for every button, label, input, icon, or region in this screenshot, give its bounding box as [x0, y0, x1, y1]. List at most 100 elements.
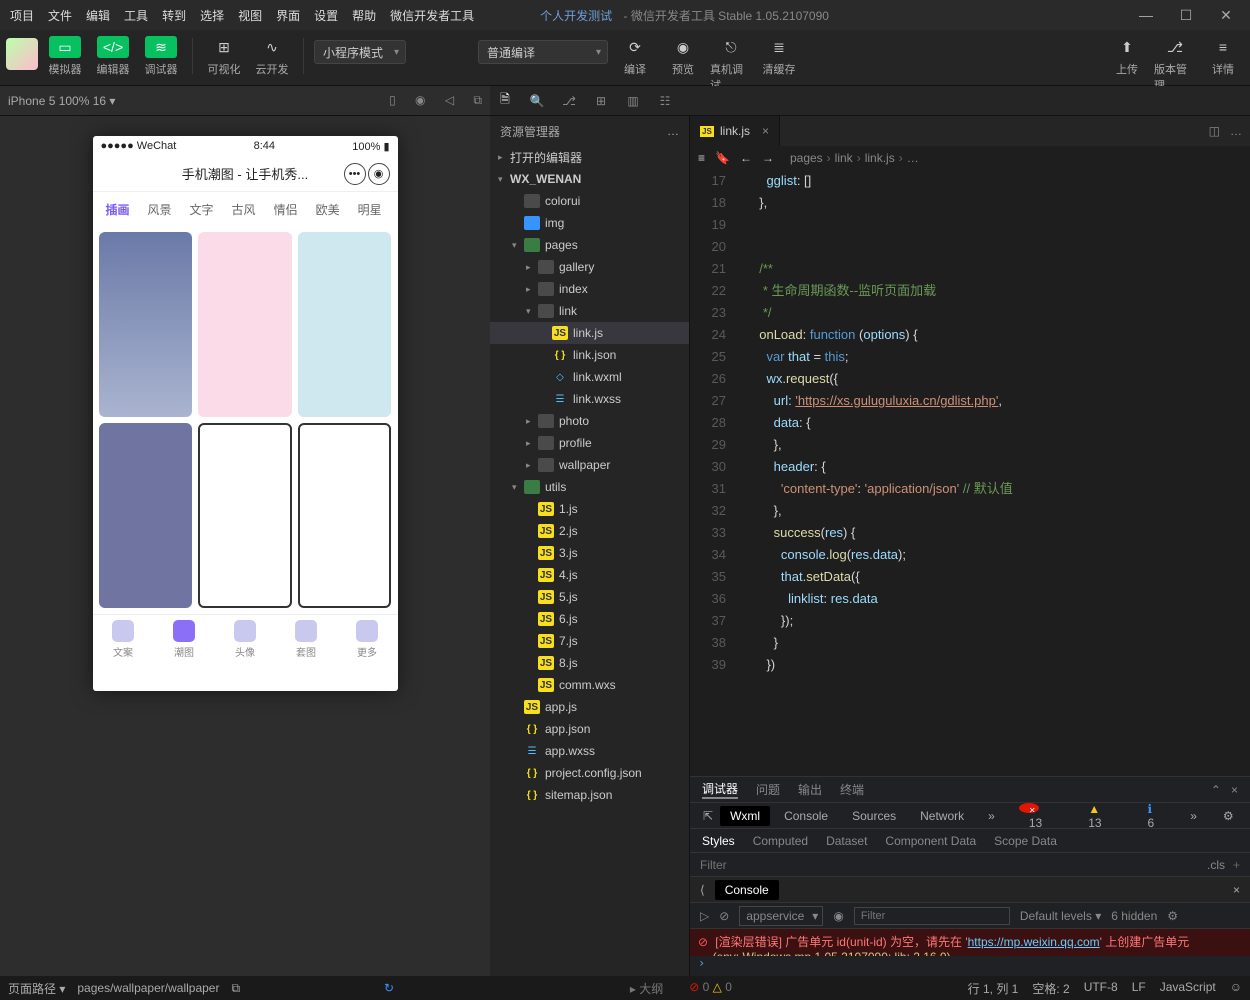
menu-项目[interactable]: 项目 — [4, 3, 40, 28]
tabbar-item[interactable]: 文案 — [112, 620, 134, 659]
path-label[interactable]: 页面路径 ▾ — [8, 980, 65, 997]
explorer-icon[interactable]: 🗎 — [496, 90, 514, 111]
phone-tab[interactable]: 明星 — [349, 201, 391, 218]
open-editors[interactable]: ▸打开的编辑器 — [490, 146, 689, 168]
file-1.js[interactable]: JS1.js — [490, 498, 689, 520]
list-icon[interactable]: ≡ — [698, 151, 705, 165]
version-button[interactable]: ⎇版本管理 — [1154, 36, 1196, 93]
tabbar-item[interactable]: 套图 — [295, 620, 317, 659]
cls-toggle[interactable]: .cls — [1207, 858, 1225, 872]
mute-icon[interactable]: ◁ — [445, 93, 454, 107]
console-close-icon[interactable]: × — [1233, 883, 1240, 897]
file-2.js[interactable]: JS2.js — [490, 520, 689, 542]
file-3.js[interactable]: JS3.js — [490, 542, 689, 564]
stop-icon[interactable]: ⊘ — [719, 909, 729, 923]
close-button[interactable]: ✕ — [1206, 7, 1246, 24]
file-link.json[interactable]: { }link.json — [490, 344, 689, 366]
maximize-button[interactable]: ☐ — [1166, 7, 1206, 24]
preview-button[interactable]: ◉预览 — [662, 36, 704, 77]
devtool-more[interactable]: » — [978, 806, 1005, 826]
close-tab-icon[interactable]: × — [762, 124, 769, 138]
file-5.js[interactable]: JS5.js — [490, 586, 689, 608]
file-comm.wxs[interactable]: JScomm.wxs — [490, 674, 689, 696]
cursor-pos[interactable]: 行 1, 列 1 — [968, 980, 1019, 997]
inspect-icon[interactable]: ⇱ — [700, 806, 716, 826]
menu-微信开发者工具[interactable]: 微信开发者工具 — [384, 3, 480, 28]
menu-帮助[interactable]: 帮助 — [346, 3, 382, 28]
visual-button[interactable]: ⊞可视化 — [203, 36, 245, 77]
devtool-tab-Sources[interactable]: Sources — [842, 806, 906, 826]
tabbar-item[interactable]: 头像 — [234, 620, 256, 659]
minimize-button[interactable]: — — [1126, 7, 1166, 24]
folder-gallery[interactable]: ▸gallery — [490, 256, 689, 278]
explorer-more-icon[interactable]: … — [667, 124, 679, 138]
styles-filter-input[interactable] — [700, 858, 1207, 872]
panel-tab-输出[interactable]: 输出 — [798, 781, 822, 798]
context-select[interactable]: appservice▾ — [739, 906, 823, 926]
close-panel-icon[interactable]: × — [1231, 783, 1238, 797]
file-7.js[interactable]: JS7.js — [490, 630, 689, 652]
levels-select[interactable]: Default levels ▾ — [1020, 909, 1101, 923]
menu-视图[interactable]: 视图 — [232, 3, 268, 28]
phone-tab[interactable]: 风景 — [139, 201, 181, 218]
avatar[interactable] — [6, 38, 38, 70]
file-link.wxss[interactable]: ☰link.wxss — [490, 388, 689, 410]
add-style-icon[interactable]: + — [1233, 858, 1240, 872]
folder-pages[interactable]: ▾pages — [490, 234, 689, 256]
realdebug-button[interactable]: ⎋真机调试 — [710, 36, 752, 93]
refresh-icon[interactable]: ↻ — [384, 981, 394, 995]
tabbar-item[interactable]: 更多 — [356, 620, 378, 659]
file-4.js[interactable]: JS4.js — [490, 564, 689, 586]
menu-选择[interactable]: 选择 — [194, 3, 230, 28]
panel-tab-问题[interactable]: 问题 — [756, 781, 780, 798]
style-tab-Component Data[interactable]: Component Data — [885, 834, 976, 848]
device-label[interactable]: iPhone 5 100% 16 ▾ — [8, 94, 115, 108]
console-filter-input[interactable] — [854, 907, 1010, 925]
branch-icon[interactable]: ⎇ — [560, 94, 578, 108]
cloud-button[interactable]: ∿云开发 — [251, 36, 293, 77]
ext3-icon[interactable]: ☷ — [656, 94, 674, 108]
menu-工具[interactable]: 工具 — [118, 3, 154, 28]
devtool-tab-Network[interactable]: Network — [910, 806, 974, 826]
file-8.js[interactable]: JS8.js — [490, 652, 689, 674]
phone-tab[interactable]: 文字 — [181, 201, 223, 218]
capsule-menu[interactable]: ••• — [344, 163, 366, 185]
phone-tab[interactable]: 古风 — [223, 201, 265, 218]
tabbar-item[interactable]: 潮图 — [173, 620, 195, 659]
panel-tab-调试器[interactable]: 调试器 — [702, 780, 738, 799]
console-gear-icon[interactable]: ⚙ — [1167, 909, 1178, 923]
phone-tab[interactable]: 插画 — [97, 201, 139, 218]
code-editor[interactable]: 1718192021222324252627282930313233343536… — [690, 170, 1250, 776]
detail-button[interactable]: ≡详情 — [1202, 36, 1244, 77]
menu-编辑[interactable]: 编辑 — [80, 3, 116, 28]
tab-linkjs[interactable]: JS link.js× — [690, 116, 780, 146]
device-icon[interactable]: ▯ — [389, 93, 396, 107]
ext1-icon[interactable]: ⊞ — [592, 94, 610, 108]
back-icon[interactable]: ← — [740, 151, 752, 165]
devtool-tab-Console[interactable]: Console — [774, 806, 838, 826]
style-tab-Dataset[interactable]: Dataset — [826, 834, 867, 848]
file-project.config.json[interactable]: { }project.config.json — [490, 762, 689, 784]
folder-index[interactable]: ▸index — [490, 278, 689, 300]
file-app.wxss[interactable]: ☰app.wxss — [490, 740, 689, 762]
fwd-icon[interactable]: → — [762, 151, 774, 165]
file-link.wxml[interactable]: ◇link.wxml — [490, 366, 689, 388]
collapse-icon[interactable]: ⌃ — [1211, 783, 1221, 797]
compile-select[interactable]: 普通编译 — [478, 40, 608, 64]
search-icon[interactable]: 🔍 — [528, 94, 546, 108]
console-tab[interactable]: Console — [715, 880, 779, 900]
capsule-close[interactable]: ◉ — [368, 163, 390, 185]
record-icon[interactable]: ◉ — [415, 93, 425, 107]
copy-path-icon[interactable]: ⧉ — [231, 981, 240, 996]
menu-界面[interactable]: 界面 — [270, 3, 306, 28]
menu-文件[interactable]: 文件 — [42, 3, 78, 28]
style-tab-Scope Data[interactable]: Scope Data — [994, 834, 1057, 848]
simulator-button[interactable]: ▭模拟器 — [44, 36, 86, 77]
language[interactable]: JavaScript — [1160, 980, 1216, 997]
file-app.json[interactable]: { }app.json — [490, 718, 689, 740]
file-app.js[interactable]: JSapp.js — [490, 696, 689, 718]
clearcache-button[interactable]: ≣清缓存 — [758, 36, 800, 77]
file-link.js[interactable]: JSlink.js — [490, 322, 689, 344]
split-icon[interactable]: ◫ — [1209, 124, 1220, 138]
console-prev-icon[interactable]: ⟨ — [700, 883, 705, 897]
